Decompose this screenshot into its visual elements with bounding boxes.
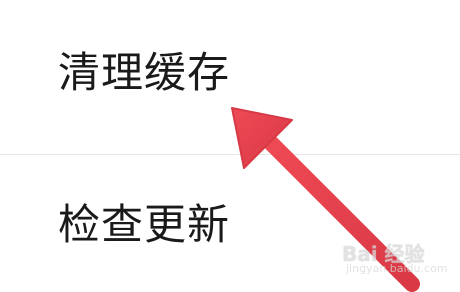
divider <box>0 154 460 155</box>
clear-cache-item[interactable]: 清理缓存 <box>0 10 460 130</box>
settings-screen: 清理缓存 检查更新 Bai 经验 jingyan.baidu.com <box>0 0 460 292</box>
watermark-url: jingyan.baidu.com <box>346 262 448 275</box>
clear-cache-label: 清理缓存 <box>58 48 231 97</box>
check-update-label: 检查更新 <box>58 200 231 249</box>
baidu-jingyan-watermark: Bai 经验 jingyan.baidu.com <box>340 236 448 280</box>
